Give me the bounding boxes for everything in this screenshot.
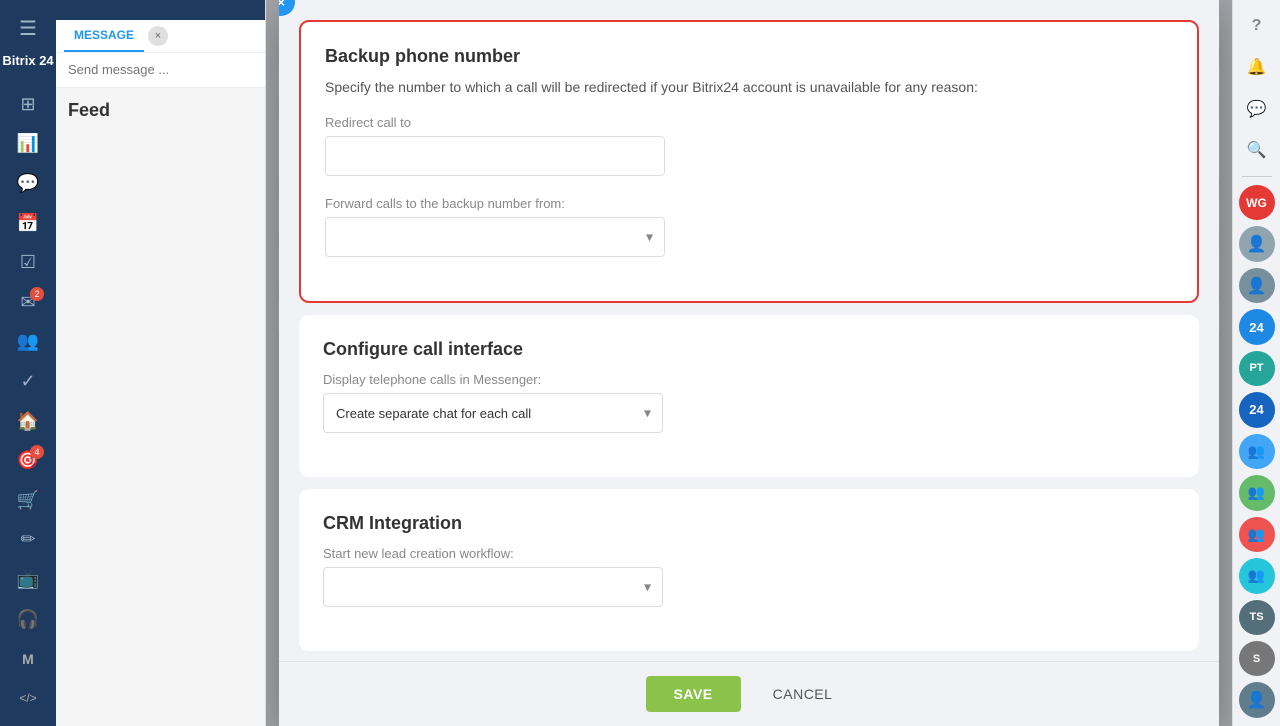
display-calls-select[interactable]: Create separate chat for each call xyxy=(323,393,663,433)
sidebar-icon-chat[interactable]: 💬 xyxy=(10,166,46,202)
sidebar-icon-target[interactable]: 🎯 4 xyxy=(10,443,46,479)
forward-calls-select[interactable] xyxy=(325,217,665,257)
chat-panel: MESSAGE × Feed xyxy=(56,0,266,726)
cancel-button[interactable]: CANCEL xyxy=(753,676,853,712)
configure-call-title: Configure call interface xyxy=(323,339,1175,360)
chat-header xyxy=(56,0,265,20)
backup-phone-title: Backup phone number xyxy=(325,46,1173,67)
separator-1 xyxy=(1242,176,1272,177)
avatar-group4[interactable]: 👥 xyxy=(1239,558,1275,593)
sidebar-icon-home[interactable]: ⊞ xyxy=(10,87,46,123)
sidebar-icon-checkmark[interactable]: ✓ xyxy=(10,364,46,400)
mail-badge: 2 xyxy=(30,287,44,301)
avatar-user2[interactable]: 👤 xyxy=(1239,226,1275,261)
avatar-24-dark[interactable]: 24 xyxy=(1239,392,1275,427)
modal-dialog: × Backup phone number Specify the number… xyxy=(279,0,1219,726)
modal-overlay: × Backup phone number Specify the number… xyxy=(266,0,1232,726)
redirect-call-group: Redirect call to xyxy=(325,115,1173,176)
chat-icon[interactable]: 💬 xyxy=(1239,91,1275,126)
sidebar-icon-code[interactable]: </> xyxy=(10,681,46,717)
sidebar-icon-house[interactable]: 🏠 xyxy=(10,403,46,439)
avatar-bottom[interactable]: 👤 xyxy=(1239,682,1275,717)
backup-phone-section: Backup phone number Specify the number t… xyxy=(299,20,1199,303)
configure-call-section: Configure call interface Display telepho… xyxy=(299,315,1199,477)
message-tab[interactable]: MESSAGE xyxy=(64,20,144,52)
avatar-wg[interactable]: WG xyxy=(1239,185,1275,220)
menu-icon[interactable]: ☰ xyxy=(11,8,45,49)
avatar-group3[interactable]: 👥 xyxy=(1239,517,1275,552)
new-lead-group: Start new lead creation workflow: ▾ xyxy=(323,546,1175,607)
backup-phone-description: Specify the number to which a call will … xyxy=(325,79,1173,95)
feed-label: Feed xyxy=(56,88,265,127)
sidebar-icon-feed[interactable]: 📊 xyxy=(10,126,46,162)
display-calls-select-wrap: Create separate chat for each call ▾ xyxy=(323,393,663,433)
sidebar-icon-monitor[interactable]: 📺 xyxy=(10,562,46,598)
left-sidebar: ☰ Bitrix 24 ⊞ 📊 💬 📅 ☑ ✉ 2 👥 ✓ 🏠 🎯 4 🛒 ✏ … xyxy=(0,0,56,726)
new-lead-select-wrap: ▾ xyxy=(323,567,663,607)
chat-search-area xyxy=(56,53,265,88)
app-logo: Bitrix 24 xyxy=(2,53,53,69)
chat-search-input[interactable] xyxy=(68,62,253,77)
main-content-area: Bala SIP Telep TOTAL 28 Confi Up Telep × xyxy=(266,0,1232,726)
help-icon[interactable]: ? xyxy=(1239,8,1275,43)
chat-tab-bar: MESSAGE × xyxy=(56,20,265,53)
sidebar-icon-edit[interactable]: ✏ xyxy=(10,522,46,558)
notification-icon[interactable]: 🔔 xyxy=(1239,49,1275,84)
redirect-call-label: Redirect call to xyxy=(325,115,1173,130)
sidebar-icon-contacts[interactable]: 👥 xyxy=(10,324,46,360)
sidebar-icon-mail[interactable]: ✉ 2 xyxy=(10,285,46,321)
chat-tab-close[interactable]: × xyxy=(148,26,168,46)
search-icon[interactable]: 🔍 xyxy=(1239,132,1275,167)
save-button[interactable]: SAVE xyxy=(646,676,741,712)
target-badge: 4 xyxy=(30,445,44,459)
avatar-group2[interactable]: 👥 xyxy=(1239,475,1275,510)
modal-body: Backup phone number Specify the number t… xyxy=(279,0,1219,661)
right-sidebar: ? 🔔 💬 🔍 WG 👤 👤 24 PT 24 👥 👥 👥 👥 TS S 👤 xyxy=(1232,0,1280,726)
forward-calls-label: Forward calls to the backup number from: xyxy=(325,196,1173,211)
sidebar-icon-tasks[interactable]: ☑ xyxy=(10,245,46,281)
forward-calls-group: Forward calls to the backup number from:… xyxy=(325,196,1173,257)
sidebar-icon-calendar[interactable]: 📅 xyxy=(10,205,46,241)
forward-calls-select-wrap: ▾ xyxy=(325,217,665,257)
avatar-24-blue[interactable]: 24 xyxy=(1239,309,1275,344)
avatar-group1[interactable]: 👥 xyxy=(1239,434,1275,469)
crm-integration-title: CRM Integration xyxy=(323,513,1175,534)
sidebar-icon-shop[interactable]: 🛒 xyxy=(10,483,46,519)
avatar-user3[interactable]: 👤 xyxy=(1239,268,1275,303)
modal-footer: SAVE CANCEL xyxy=(279,661,1219,726)
display-calls-label: Display telephone calls in Messenger: xyxy=(323,372,1175,387)
new-lead-label: Start new lead creation workflow: xyxy=(323,546,1175,561)
sidebar-icon-headset[interactable]: 🎧 xyxy=(10,601,46,637)
new-lead-select[interactable] xyxy=(323,567,663,607)
display-calls-group: Display telephone calls in Messenger: Cr… xyxy=(323,372,1175,433)
avatar-ts[interactable]: TS xyxy=(1239,600,1275,635)
avatar-pt[interactable]: PT xyxy=(1239,351,1275,386)
redirect-call-input[interactable] xyxy=(325,136,665,176)
sidebar-icon-logo-m[interactable]: M xyxy=(10,641,46,677)
crm-integration-section: CRM Integration Start new lead creation … xyxy=(299,489,1199,651)
avatar-s[interactable]: S xyxy=(1239,641,1275,676)
